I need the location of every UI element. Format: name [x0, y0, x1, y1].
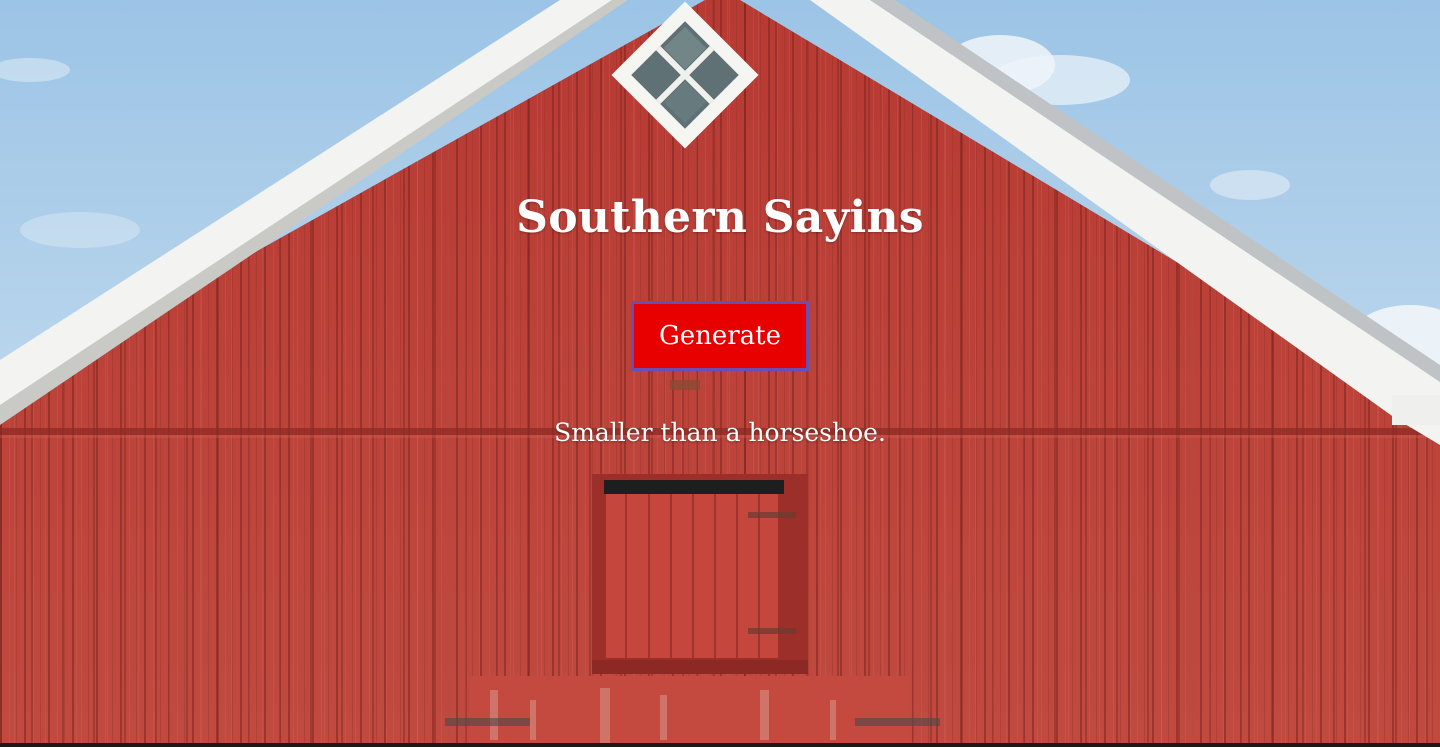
- bottom-edge: [0, 743, 1440, 747]
- generate-button[interactable]: Generate: [631, 301, 809, 371]
- main-content: Southern Sayins Generate Smaller than a …: [0, 0, 1440, 747]
- page: Southern Sayins Generate Smaller than a …: [0, 0, 1440, 747]
- generated-saying: Smaller than a horseshoe.: [554, 418, 886, 447]
- page-title: Southern Sayins: [516, 192, 924, 243]
